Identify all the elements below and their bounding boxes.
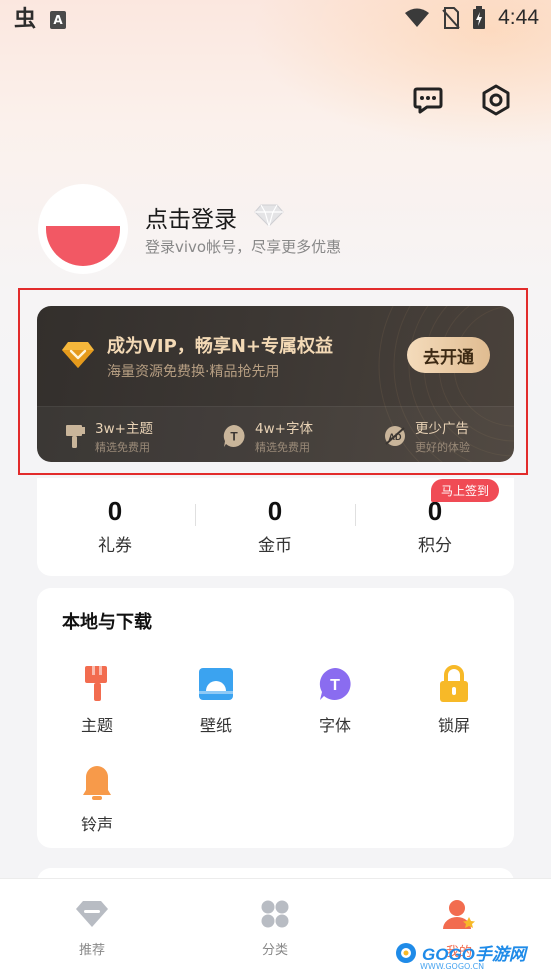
stat-label: 礼券	[98, 536, 132, 556]
watermark-logo-icon	[396, 942, 416, 963]
no-sim-icon	[442, 7, 460, 29]
divider	[355, 504, 356, 526]
lock-icon	[440, 665, 468, 702]
local-item-ringtones[interactable]: 铃声	[47, 763, 147, 835]
stat-label: 积分	[418, 536, 452, 556]
wallpaper-icon	[199, 668, 233, 700]
font-icon: T	[319, 668, 351, 700]
item-label: 字体	[318, 716, 351, 735]
selection-highlight	[18, 288, 528, 475]
grid-icon	[261, 900, 289, 928]
bug-icon: 虫	[14, 7, 37, 32]
nav-category[interactable]: 分类	[225, 899, 325, 958]
site-watermark: GOGO手游网 WWW.GOGO.CN	[394, 940, 526, 971]
login-title[interactable]: 点击登录	[145, 200, 237, 234]
stat-gold-coins[interactable]: 0 金币	[215, 496, 335, 556]
a-notification-icon: A	[50, 11, 67, 29]
stat-coupons[interactable]: 0 礼券	[55, 496, 175, 556]
signin-badge[interactable]: 马上签到	[431, 479, 500, 502]
wifi-icon	[405, 8, 430, 27]
avatar[interactable]	[38, 184, 128, 274]
nav-recommend[interactable]: 推荐	[42, 899, 142, 958]
stat-label: 金币	[258, 536, 292, 556]
local-item-wallpapers[interactable]: 壁纸	[166, 664, 266, 736]
local-downloads-card: 本地与下载 主题 壁纸 T 字体 锁屏 铃声	[37, 588, 514, 848]
stat-points[interactable]: 0 积分	[375, 496, 495, 556]
status-bar: 虫 A 4:44	[0, 0, 551, 40]
stat-value: 0	[267, 496, 283, 526]
theme-brush-icon	[85, 666, 107, 701]
section-title: 本地与下载	[62, 612, 152, 633]
svg-text:T: T	[330, 677, 340, 694]
bell-icon	[83, 766, 111, 800]
diamond-level-icon	[254, 204, 284, 227]
diamond-icon	[76, 901, 108, 927]
local-item-fonts[interactable]: T 字体	[285, 664, 385, 736]
local-item-themes[interactable]: 主题	[47, 664, 147, 736]
item-label: 铃声	[80, 815, 113, 834]
clock: 4:44	[498, 6, 539, 29]
user-icon	[443, 900, 475, 929]
item-label: 主题	[80, 716, 113, 735]
login-subtitle: 登录vivo帐号，尽享更多优惠	[145, 238, 342, 256]
battery-charging-icon	[473, 6, 486, 29]
item-label: 壁纸	[199, 716, 232, 735]
local-item-lockscreen[interactable]: 锁屏	[404, 664, 504, 736]
nav-label: 推荐	[78, 943, 105, 958]
watermark-subtext: WWW.GOGO.CN	[420, 962, 485, 971]
settings-gear-icon[interactable]	[480, 84, 512, 116]
stat-value: 0	[107, 496, 123, 526]
message-icon[interactable]	[412, 84, 444, 116]
divider	[195, 504, 196, 526]
item-label: 锁屏	[437, 716, 470, 735]
nav-label: 分类	[261, 943, 288, 958]
